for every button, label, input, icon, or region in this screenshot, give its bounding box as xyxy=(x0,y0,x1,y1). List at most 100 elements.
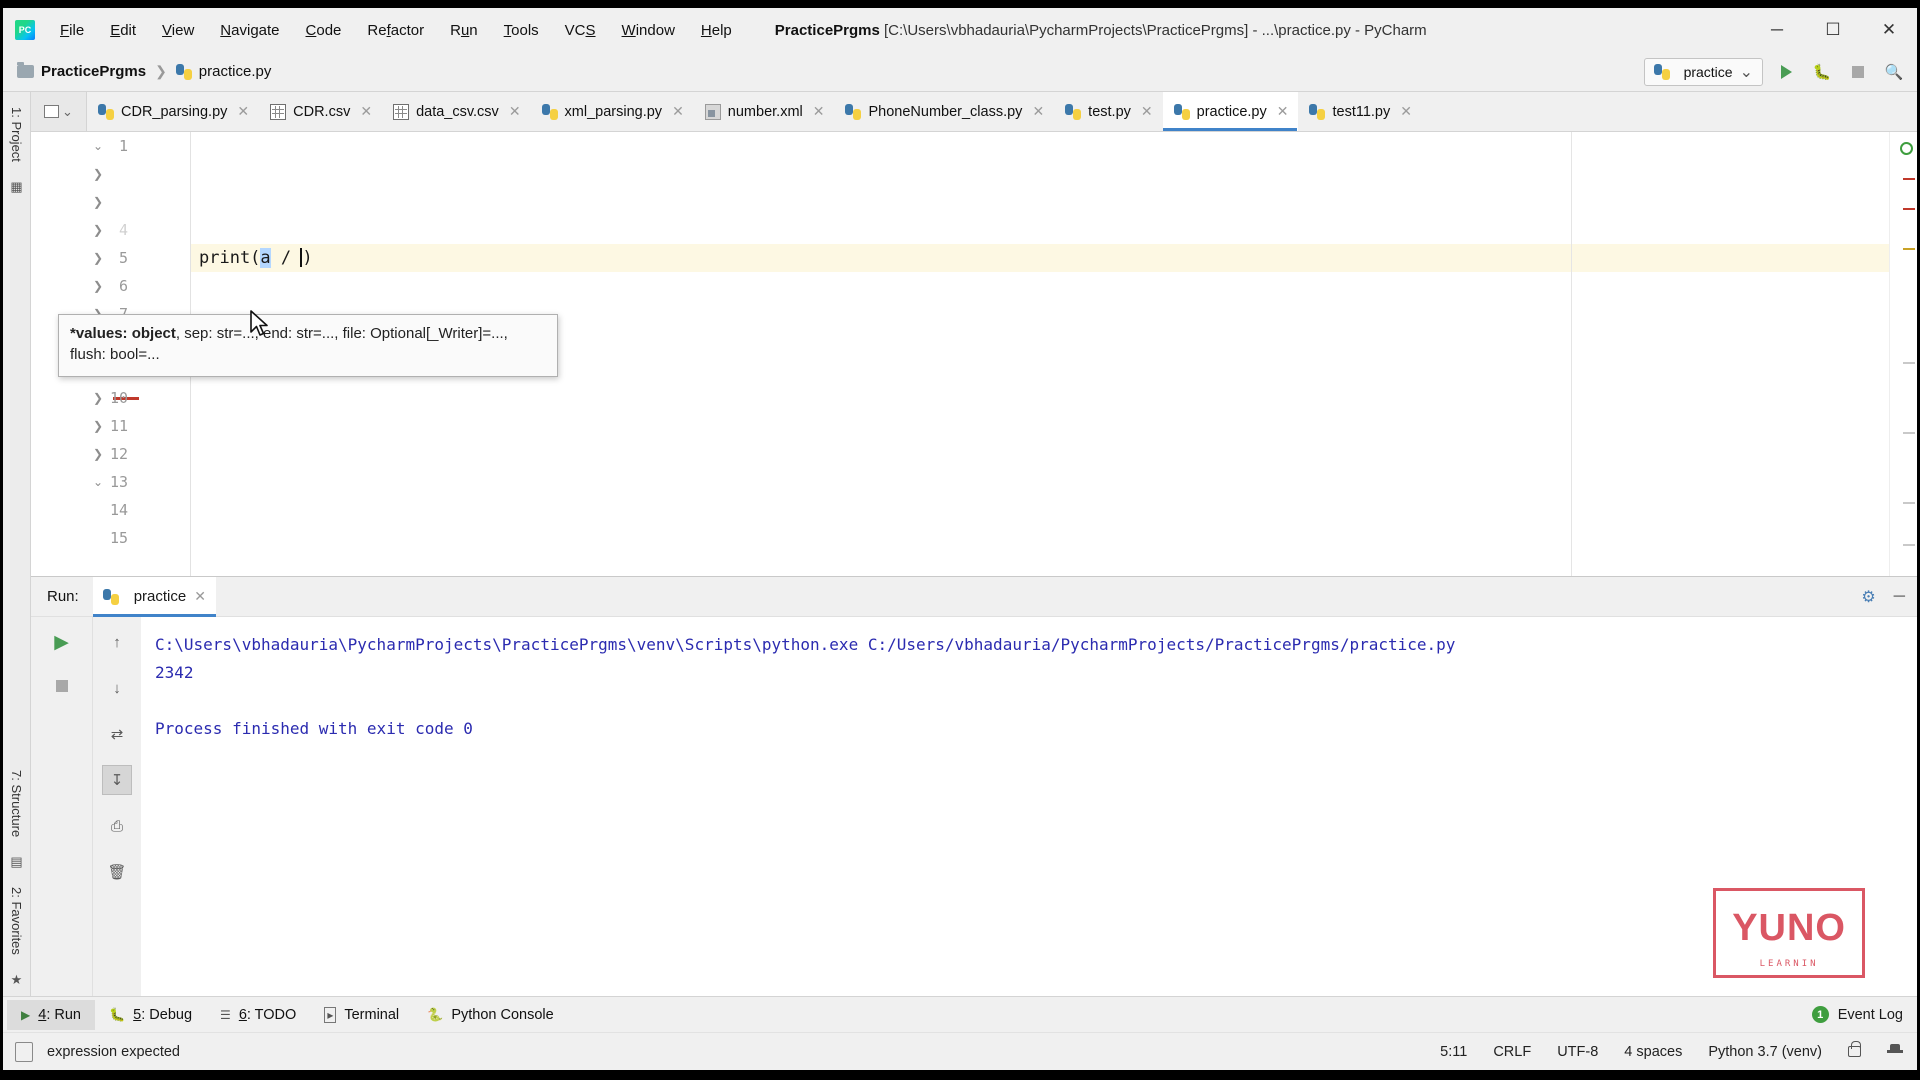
run-panel-header: Run: practice ✕ ⚙ ─ xyxy=(31,577,1917,617)
lock-icon[interactable] xyxy=(1848,1046,1861,1057)
error-stripe-marker[interactable] xyxy=(1903,178,1915,180)
soft-wrap-icon[interactable]: ⇄ xyxy=(102,719,132,749)
pycharm-window: PC FFileile Edit View Navigate Code Refa… xyxy=(0,0,1920,1080)
code-editor[interactable]: ⌄ 1 ❯ 2 ❯ 3 ❯ 4 xyxy=(31,132,1917,576)
menu-navigate[interactable]: Navigate xyxy=(207,18,292,43)
rerun-button[interactable]: ▶ xyxy=(47,627,77,657)
debug-button[interactable]: 🐛 xyxy=(1809,59,1835,85)
minimize-icon[interactable]: ─ xyxy=(1894,588,1905,606)
gear-icon[interactable]: ⚙ xyxy=(1861,587,1875,607)
error-stripe-marker[interactable] xyxy=(1903,432,1915,434)
play-icon: ▶ xyxy=(21,1008,30,1022)
tab-test-py[interactable]: test.py ✕ xyxy=(1054,92,1162,131)
close-icon[interactable]: ✕ xyxy=(813,103,825,120)
up-arrow-icon[interactable]: ↑ xyxy=(102,627,132,657)
event-log-button[interactable]: 1 Event Log xyxy=(1812,1006,1903,1023)
line-separator[interactable]: CRLF xyxy=(1493,1044,1531,1060)
sidebar-item-favorites[interactable]: 2: Favorites xyxy=(9,878,24,964)
menu-code[interactable]: Code xyxy=(293,18,355,43)
close-icon[interactable]: ✕ xyxy=(509,103,521,120)
structure-panel-icon[interactable]: ▤ xyxy=(10,854,22,870)
fold-chevron-icon[interactable]: ⌄ xyxy=(89,139,107,153)
print-icon[interactable]: ⎙ xyxy=(102,811,132,841)
tab-phonenumber-class-py[interactable]: PhoneNumber_class.py ✕ xyxy=(834,92,1054,131)
hector-hat-icon[interactable] xyxy=(1887,1044,1903,1059)
star-icon[interactable]: ★ xyxy=(11,972,23,988)
fold-chevron-icon[interactable]: ⌄ xyxy=(89,475,107,489)
scroll-to-end-icon[interactable]: ↧ xyxy=(102,765,132,795)
error-stripe-marker[interactable] xyxy=(1903,362,1915,364)
close-button[interactable]: ✕ xyxy=(1861,8,1917,52)
menu-view[interactable]: View xyxy=(149,18,207,43)
menu-tools[interactable]: Tools xyxy=(491,18,552,43)
fold-chevron-icon[interactable]: ❯ xyxy=(89,195,107,209)
python-interpreter[interactable]: Python 3.7 (venv) xyxy=(1708,1044,1822,1060)
tab-test11-py[interactable]: test11.py ✕ xyxy=(1298,92,1422,131)
sidebar-item-project[interactable]: 1: Project xyxy=(9,98,24,171)
close-icon[interactable]: ✕ xyxy=(1277,103,1289,120)
run-button[interactable] xyxy=(1773,59,1799,85)
search-everywhere-button[interactable]: 🔍 xyxy=(1881,59,1907,85)
tab-xml-parsing-py[interactable]: xml_parsing.py ✕ xyxy=(531,92,694,131)
fold-chevron-icon[interactable]: ❯ xyxy=(89,391,107,405)
toolwindow-terminal[interactable]: ▸ Terminal xyxy=(310,1000,413,1030)
fold-chevron-icon[interactable]: ❯ xyxy=(89,167,107,181)
menu-window[interactable]: Window xyxy=(609,18,688,43)
breadcrumb-project[interactable]: PracticePrgms xyxy=(41,63,146,80)
code-line-5[interactable]: print(a / ) xyxy=(191,244,1889,272)
file-encoding[interactable]: UTF-8 xyxy=(1557,1044,1598,1060)
fold-chevron-icon[interactable]: ❯ xyxy=(89,447,107,461)
console-line: 2342 xyxy=(155,659,1917,687)
error-stripe-marker[interactable] xyxy=(1903,248,1915,250)
fold-chevron-icon[interactable]: ❯ xyxy=(89,419,107,433)
close-icon[interactable]: ✕ xyxy=(672,103,684,120)
error-stripe-marker[interactable] xyxy=(1903,208,1915,210)
tab-data-csv-csv[interactable]: data_csv.csv ✕ xyxy=(382,92,530,131)
error-stripe-marker[interactable] xyxy=(1903,502,1915,504)
tab-practice-py[interactable]: practice.py ✕ xyxy=(1163,92,1299,131)
sidebar-item-structure[interactable]: 7: Structure xyxy=(9,761,24,846)
down-arrow-icon[interactable]: ↓ xyxy=(102,673,132,703)
menu-help[interactable]: Help xyxy=(688,18,745,43)
menu-file[interactable]: FFileile xyxy=(47,18,97,43)
editor-marker-bar[interactable] xyxy=(1889,132,1917,576)
fold-chevron-icon[interactable]: ❯ xyxy=(89,251,107,265)
trash-icon[interactable]: 🗑 xyxy=(102,857,132,887)
watermark-box: YUNO LEARNIN xyxy=(1713,888,1865,978)
run-console-output[interactable]: C:\Users\vbhadauria\PycharmProjects\Prac… xyxy=(141,617,1917,996)
stop-button[interactable] xyxy=(1845,59,1871,85)
close-icon[interactable]: ✕ xyxy=(194,588,206,605)
stop-process-button[interactable] xyxy=(47,671,77,701)
toolwindow-python-console[interactable]: 🐍 Python Console xyxy=(413,1000,568,1030)
breadcrumb-file[interactable]: practice.py xyxy=(199,63,272,80)
run-session-tab[interactable]: practice ✕ xyxy=(93,577,216,617)
close-icon[interactable]: ✕ xyxy=(237,103,249,120)
indent-setting[interactable]: 4 spaces xyxy=(1624,1044,1682,1060)
close-icon[interactable]: ✕ xyxy=(360,103,372,120)
caret-position[interactable]: 5:11 xyxy=(1440,1044,1467,1060)
tab-cdr-csv[interactable]: CDR.csv ✕ xyxy=(259,92,382,131)
menu-refactor[interactable]: Refactor xyxy=(354,18,437,43)
menu-run[interactable]: Run xyxy=(437,18,491,43)
project-panel-icon[interactable]: ▦ xyxy=(10,179,22,195)
tab-cdr-parsing-py[interactable]: CDR_parsing.py ✕ xyxy=(87,92,259,131)
close-icon[interactable]: ✕ xyxy=(1400,103,1412,120)
minimize-button[interactable]: ─ xyxy=(1749,8,1805,52)
maximize-button[interactable]: ☐ xyxy=(1805,8,1861,52)
hide-tabs-toggle[interactable]: ⌄ xyxy=(31,92,87,131)
toolwindow-run[interactable]: ▶ 4: Run xyxy=(7,1000,95,1030)
toolwindow-todo[interactable]: ☰ 6: TODO xyxy=(206,1000,310,1030)
run-configuration-selector[interactable]: practice ⌄ xyxy=(1644,58,1763,86)
toolwindow-debug[interactable]: 🐛 5: Debug xyxy=(95,1000,206,1030)
fold-chevron-icon[interactable]: ❯ xyxy=(89,223,107,237)
error-stripe-marker[interactable] xyxy=(1903,544,1915,546)
close-icon[interactable]: ✕ xyxy=(1141,103,1153,120)
menu-edit[interactable]: Edit xyxy=(97,18,149,43)
event-log-badge: 1 xyxy=(1812,1006,1829,1023)
tab-number-xml[interactable]: number.xml ✕ xyxy=(694,92,835,131)
run-config-python-icon xyxy=(1654,64,1670,80)
close-icon[interactable]: ✕ xyxy=(1032,103,1044,120)
fold-chevron-icon[interactable]: ❯ xyxy=(89,279,107,293)
list-icon: ☰ xyxy=(220,1008,231,1022)
menu-vcs[interactable]: VCS xyxy=(552,18,609,43)
